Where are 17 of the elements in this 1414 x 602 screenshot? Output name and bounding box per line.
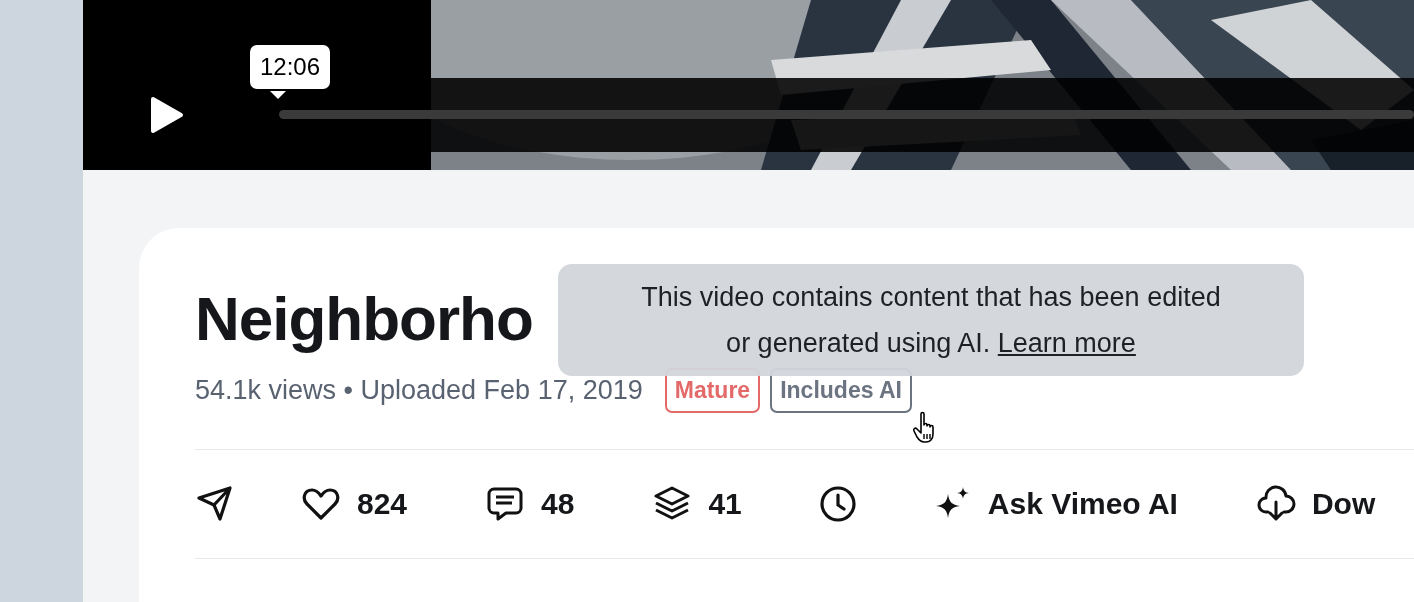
- learn-more-link[interactable]: Learn more: [997, 328, 1136, 358]
- ask-ai-button[interactable]: Ask Vimeo AI: [931, 484, 1178, 524]
- like-button[interactable]: 824: [301, 484, 408, 524]
- watch-later-button[interactable]: [817, 484, 858, 524]
- play-icon[interactable]: [150, 96, 184, 134]
- paper-plane-icon: [195, 484, 235, 524]
- video-title: Neighborho: [195, 283, 533, 355]
- collections-button[interactable]: 41: [652, 484, 742, 524]
- comments-button[interactable]: 48: [485, 484, 575, 524]
- tooltip-text: This video contains content that has been edited or generated using AI. Learn more: [640, 281, 1222, 360]
- time-tooltip: 12:06: [250, 45, 331, 89]
- tooltip-pointer-icon: [270, 91, 286, 99]
- progress-track[interactable]: [279, 110, 1414, 119]
- clock-icon: [817, 484, 858, 524]
- video-stats: 54.1k views • Uploaded Feb 17, 2019: [195, 375, 643, 406]
- share-button[interactable]: [195, 484, 235, 524]
- download-button[interactable]: Dow: [1255, 484, 1376, 524]
